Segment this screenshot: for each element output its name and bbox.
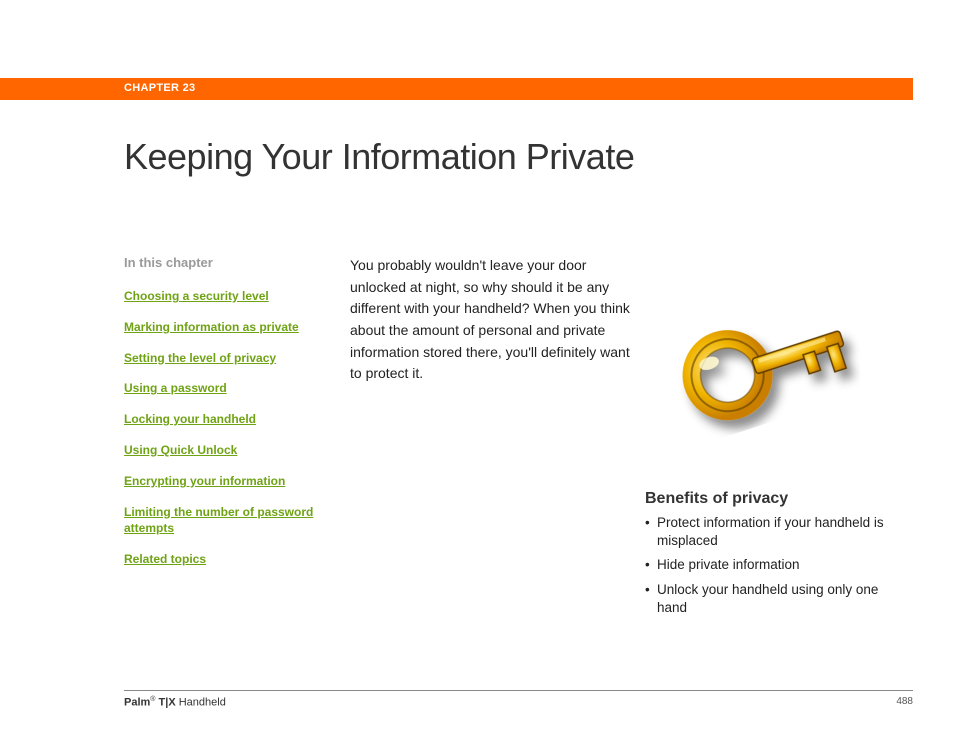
page-title: Keeping Your Information Private: [124, 136, 634, 178]
benefit-item: Unlock your handheld using only one hand: [645, 581, 910, 617]
sidebar-heading: In this chapter: [124, 255, 314, 270]
footer-model: T|X: [155, 697, 175, 709]
toc-link-marking-private[interactable]: Marking information as private: [124, 319, 314, 336]
toc-link-limiting-attempts[interactable]: Limiting the number of password attempts: [124, 504, 314, 538]
toc-link-security-level[interactable]: Choosing a security level: [124, 288, 314, 305]
benefits-section: Benefits of privacy Protect information …: [645, 490, 910, 623]
page: CHAPTER 23 Keeping Your Information Priv…: [0, 0, 954, 738]
toc-link-level-privacy[interactable]: Setting the level of privacy: [124, 350, 314, 367]
footer-rule: [124, 690, 913, 691]
toc-link-locking[interactable]: Locking your handheld: [124, 411, 314, 428]
benefits-heading: Benefits of privacy: [645, 490, 910, 508]
toc-link-related[interactable]: Related topics: [124, 551, 314, 568]
intro-paragraph: You probably wouldn't leave your door un…: [350, 255, 630, 385]
chapter-label: CHAPTER 23: [124, 82, 195, 94]
key-icon: [660, 262, 860, 442]
footer-brand: Palm: [124, 697, 150, 709]
toc-link-password[interactable]: Using a password: [124, 380, 314, 397]
benefit-item: Protect information if your handheld is …: [645, 514, 910, 550]
benefits-list: Protect information if your handheld is …: [645, 514, 910, 617]
benefit-item: Hide private information: [645, 556, 910, 574]
footer-product: Palm® T|X Handheld: [124, 696, 226, 709]
toc-link-quick-unlock[interactable]: Using Quick Unlock: [124, 442, 314, 459]
sidebar: In this chapter Choosing a security leve…: [124, 255, 314, 582]
toc-link-encrypting[interactable]: Encrypting your information: [124, 473, 314, 490]
footer-suffix: Handheld: [176, 697, 226, 709]
page-number: 488: [896, 696, 913, 707]
